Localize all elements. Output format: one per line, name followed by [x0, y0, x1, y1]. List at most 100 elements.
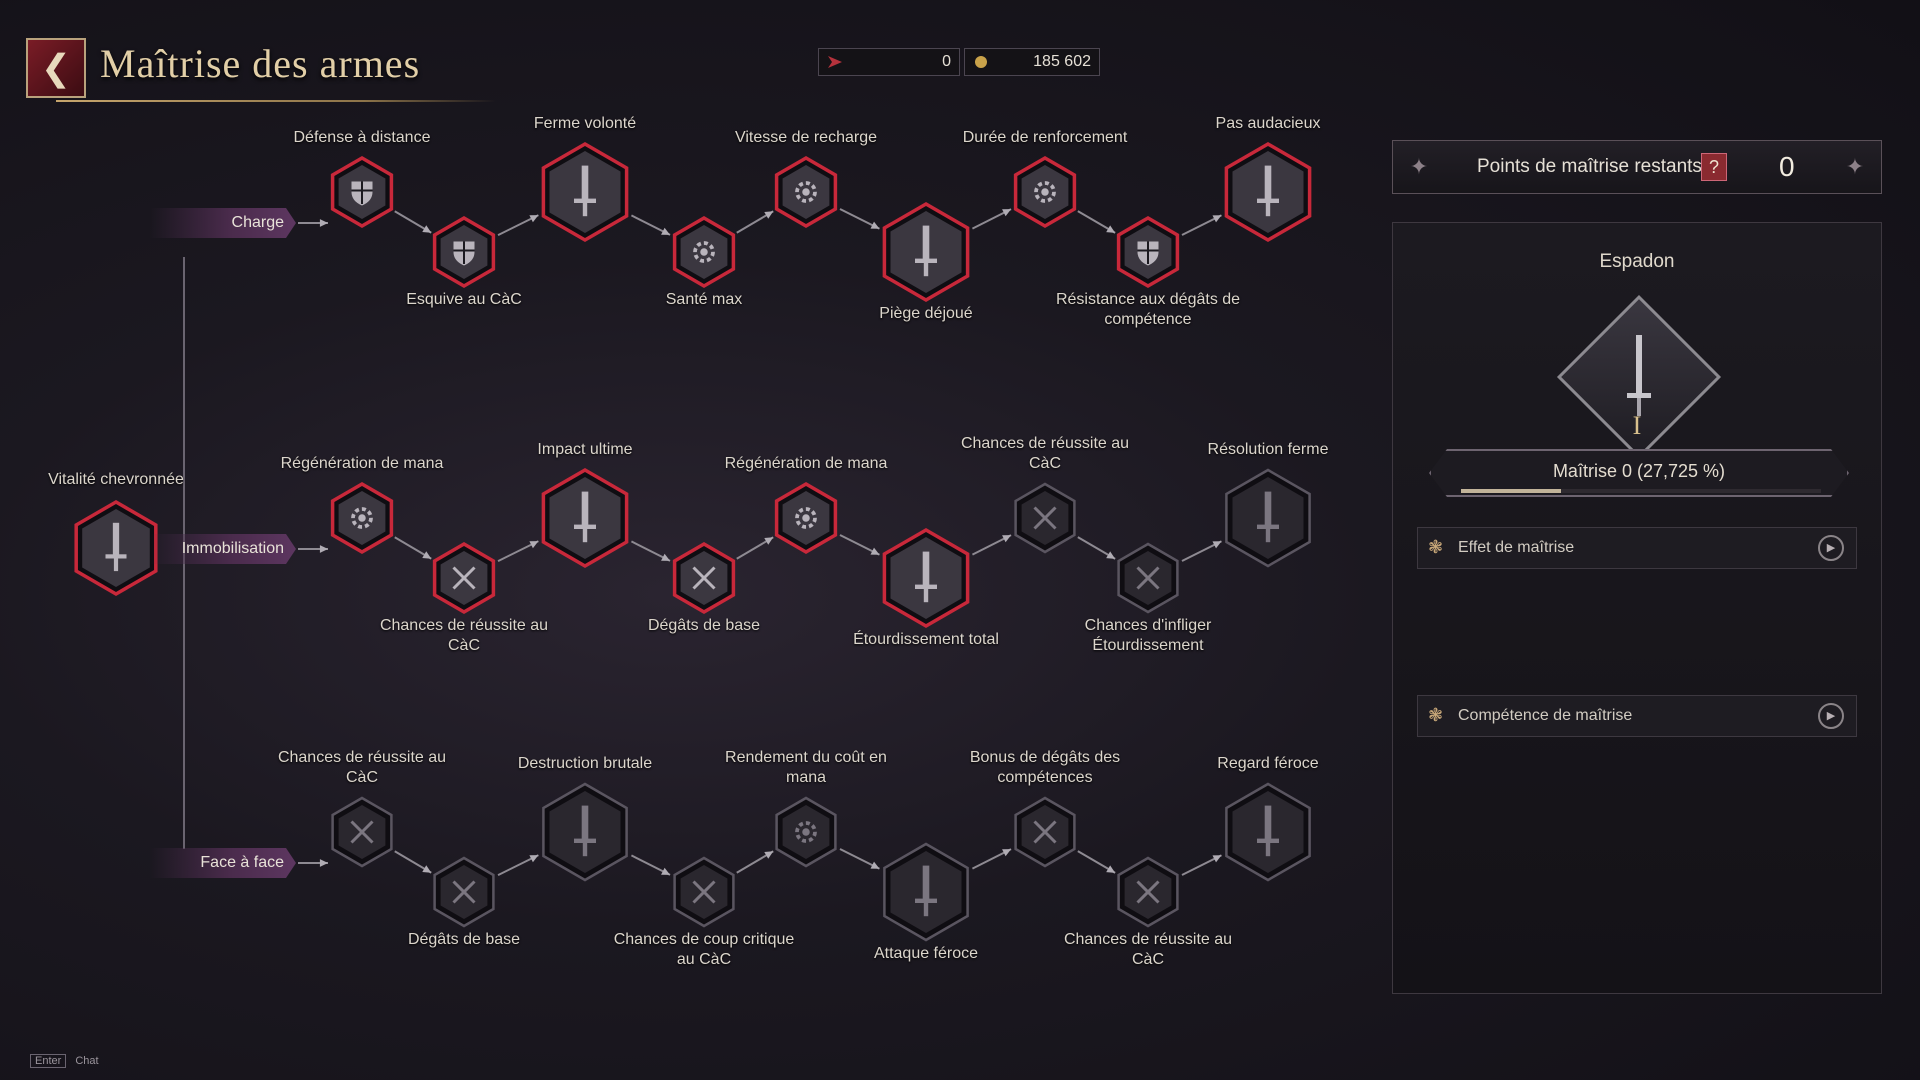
skill-node[interactable]: [541, 467, 629, 569]
connector-arrow: [630, 540, 671, 562]
chat-label: Chat: [75, 1055, 99, 1067]
skill-node[interactable]: [432, 215, 496, 289]
skill-node-label: Chances de réussite au CàC: [277, 749, 447, 786]
skill-node-label: Dégâts de base: [647, 617, 761, 634]
ornament-icon: ✦: [1845, 154, 1865, 179]
connector-arrow: [736, 850, 774, 874]
ornament-icon: ✦: [1409, 154, 1429, 179]
enter-key: Enter: [30, 1054, 67, 1068]
skill-node[interactable]: [1117, 856, 1179, 928]
skill-node-label: Pas audacieux: [1215, 115, 1321, 132]
skill-node-label: Régénération de mana: [724, 455, 888, 472]
branch-label[interactable]: Face à face: [150, 848, 296, 878]
branch-arrow: [298, 859, 328, 867]
skill-node-label: Vitesse de recharge: [734, 129, 877, 146]
help-button[interactable]: ?: [1701, 153, 1727, 181]
skill-node[interactable]: [331, 796, 393, 868]
weapon-name: Espadon: [1599, 251, 1675, 272]
skill-tree: [74, 141, 1312, 942]
connector-arrow: [1181, 214, 1222, 236]
connector-arrow: [497, 540, 539, 563]
connector-arrow: [394, 210, 432, 234]
skill-node-label: Défense à distance: [293, 129, 431, 146]
skill-node-label: Regard féroce: [1217, 755, 1319, 772]
connector-arrow: [1077, 850, 1116, 874]
mastery-effect-section[interactable]: ❃ Effet de maîtrise ▶: [1417, 527, 1857, 569]
expand-button-icon[interactable]: ▶: [1818, 703, 1844, 729]
mastery-label: Maîtrise 0: [1552, 461, 1632, 481]
connector-arrow: [971, 208, 1012, 230]
branch-label[interactable]: Immobilisation: [150, 534, 296, 564]
skill-node-label: Chances de réussite au CàC: [960, 435, 1130, 472]
connector-arrow: [736, 210, 774, 234]
connector-arrow: [630, 214, 671, 236]
skill-node[interactable]: [672, 541, 736, 615]
mastery-skill-section[interactable]: ❃ Compétence de maîtrise ▶: [1417, 695, 1857, 737]
mastery-points-header: ✦ Points de maîtrise restants ? 0 ✦: [1392, 140, 1882, 194]
skill-node[interactable]: [1116, 215, 1180, 289]
skill-node[interactable]: [432, 541, 496, 615]
mastery-level-text: Maîtrise 0 (27,725 %): [1431, 461, 1847, 482]
connector-arrow: [497, 214, 539, 237]
skill-node-label: Piège déjoué: [879, 305, 973, 322]
skill-node[interactable]: [1225, 468, 1311, 568]
skill-node-label: Durée de renforcement: [962, 129, 1128, 146]
skill-node-label: Chances d'infliger Étourdissement: [1084, 617, 1212, 654]
mastery-level-bar: Maîtrise 0 (27,725 %): [1429, 449, 1849, 497]
skill-node[interactable]: [672, 215, 736, 289]
skill-node[interactable]: [1013, 155, 1077, 229]
connector-arrow: [839, 208, 880, 230]
skill-node[interactable]: [883, 842, 969, 942]
connector-arrow: [394, 536, 432, 560]
connector-arrow: [839, 534, 880, 556]
root-node[interactable]: [74, 499, 158, 597]
skill-node-label: Ferme volonté: [533, 115, 637, 132]
connector-arrow: [394, 850, 432, 874]
skill-node[interactable]: [330, 481, 394, 555]
skill-node-label: Dégâts de base: [407, 931, 521, 948]
skill-node-label: Impact ultime: [537, 441, 633, 458]
skill-node[interactable]: [882, 527, 970, 629]
connector-arrow: [839, 848, 880, 870]
skill-node[interactable]: [1117, 542, 1179, 614]
mastery-rank: I: [1632, 411, 1642, 440]
mastery-percent: (27,725 %): [1636, 461, 1726, 481]
skill-node[interactable]: [774, 481, 838, 555]
skill-node[interactable]: [433, 856, 495, 928]
skill-node[interactable]: [882, 201, 970, 303]
skill-node-label: Chances de réussite au CàC: [379, 617, 549, 654]
skill-node[interactable]: [774, 155, 838, 229]
skill-node[interactable]: [1225, 782, 1311, 882]
weapon-panel: Espadon I Maîtrise 0 (27,725 %) ❃ Effet …: [1392, 222, 1882, 994]
branch-arrow: [298, 219, 328, 227]
skill-node-label: Rendement du coût en mana: [725, 749, 887, 786]
skill-node[interactable]: [673, 856, 735, 928]
skill-node-label: Chances de réussite au CàC: [1063, 931, 1233, 968]
skill-node[interactable]: [775, 796, 837, 868]
root-node-label: Vitalité chevronnée: [48, 471, 184, 488]
branch-arrow: [298, 545, 328, 553]
connector-arrow: [1077, 210, 1116, 234]
connector-arrow: [1181, 540, 1222, 562]
connector-arrow: [1181, 854, 1222, 876]
skill-node[interactable]: [1224, 141, 1312, 243]
skill-node[interactable]: [542, 782, 628, 882]
skill-node-label: Résolution ferme: [1207, 441, 1329, 458]
connector-arrow: [630, 854, 671, 876]
skill-node-label: Chances de coup critique au CàC: [613, 931, 795, 968]
skill-node-label: Destruction brutale: [517, 755, 653, 772]
section-label: Effet de maîtrise: [1458, 539, 1575, 556]
skill-node[interactable]: [1014, 482, 1076, 554]
branch-label[interactable]: Charge: [150, 208, 296, 238]
points-label: Points de maîtrise restants: [1477, 156, 1702, 177]
skill-node-label: Attaque féroce: [873, 945, 979, 962]
connector-arrow: [1077, 536, 1116, 560]
skill-node-label: Esquive au CàC: [406, 291, 522, 308]
expand-button-icon[interactable]: ▶: [1818, 535, 1844, 561]
skill-node[interactable]: [541, 141, 629, 243]
skill-node[interactable]: [1014, 796, 1076, 868]
skill-node[interactable]: [330, 155, 394, 229]
skill-node-label: Bonus de dégâts des compétences: [969, 749, 1121, 786]
connector-arrow: [971, 534, 1012, 556]
fleur-icon: ❃: [1428, 705, 1444, 725]
